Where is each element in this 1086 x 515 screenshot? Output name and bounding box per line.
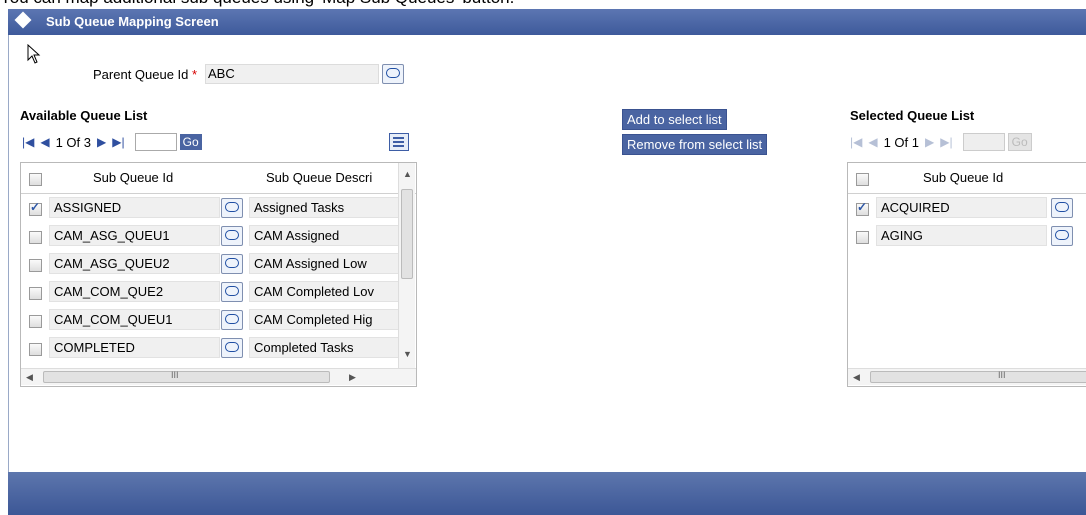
prev-page-icon[interactable]: ◀ <box>40 135 49 149</box>
row-checkbox[interactable] <box>29 315 42 328</box>
row-checkbox[interactable] <box>29 287 42 300</box>
scroll-thumb[interactable] <box>870 371 1086 383</box>
go-button[interactable]: Go <box>1007 133 1032 151</box>
scroll-left-icon[interactable]: ◀ <box>853 372 860 383</box>
cursor-icon <box>27 44 41 64</box>
sub-queue-id[interactable]: CAM_ASG_QUEU1 <box>49 225 220 246</box>
sub-queue-id[interactable]: AGING <box>876 225 1047 246</box>
first-page-icon[interactable]: |◀ <box>850 135 862 149</box>
scroll-down-icon[interactable]: ▼ <box>403 349 412 359</box>
sub-queue-id[interactable]: COMPLETED <box>49 337 220 358</box>
lov-icon[interactable] <box>221 254 243 274</box>
select-all-checkbox[interactable] <box>29 173 42 186</box>
scroll-grip: III <box>171 370 179 380</box>
row-checkbox[interactable] <box>29 343 42 356</box>
lov-icon[interactable] <box>382 64 404 84</box>
sub-queue-desc[interactable]: CAM Assigned Low <box>249 253 400 274</box>
window-title: Sub Queue Mapping Screen <box>46 14 219 29</box>
row-checkbox[interactable] <box>29 200 42 216</box>
selected-pager: |◀ ◀ 1 Of 1 ▶ ▶| Go <box>850 131 1032 153</box>
parent-queue-label: Parent Queue Id * <box>93 67 198 82</box>
sub-queue-desc[interactable]: CAM Completed Hig <box>249 309 400 330</box>
scroll-thumb[interactable] <box>43 371 330 383</box>
grid-header: Sub Queue Id Sub Queue Descri <box>21 163 416 194</box>
table-row[interactable]: CAM_COM_QUE2 CAM Completed Lov <box>21 277 416 305</box>
lov-icon[interactable] <box>1051 226 1073 246</box>
lov-icon[interactable] <box>221 226 243 246</box>
required-mark: * <box>192 67 198 82</box>
table-row[interactable]: ASSIGNED Assigned Tasks <box>21 193 416 221</box>
sub-queue-desc[interactable]: Completed Tasks <box>249 337 400 358</box>
scroll-grip: III <box>998 370 1006 380</box>
parent-queue-field[interactable]: ABC <box>205 64 379 84</box>
table-row[interactable]: CAM_ASG_QUEU2 CAM Assigned Low <box>21 249 416 277</box>
scroll-left-icon[interactable]: ◀ <box>26 372 33 383</box>
lov-icon[interactable] <box>1051 198 1073 218</box>
lov-icon[interactable] <box>221 310 243 330</box>
page-number-input[interactable] <box>134 133 177 151</box>
horizontal-scrollbar[interactable]: ◀ III ▶ <box>21 368 416 385</box>
sub-queue-desc[interactable]: CAM Completed Lov <box>249 281 400 302</box>
column-header: Sub Queue Id <box>93 170 174 185</box>
sub-queue-id[interactable]: CAM_COM_QUEU1 <box>49 309 220 330</box>
page-indicator: 1 Of 3 <box>55 134 92 150</box>
prev-page-icon[interactable]: ◀ <box>868 135 877 149</box>
scroll-thumb[interactable] <box>401 189 413 279</box>
table-row[interactable]: CAM_COM_QUEU1 CAM Completed Hig <box>21 305 416 333</box>
selected-grid: Sub Queue Id ACQUIRED AGING ◀ III <box>847 162 1086 387</box>
table-row[interactable]: AGING <box>848 221 1086 249</box>
remove-from-select-list-button[interactable]: Remove from select list <box>622 134 768 155</box>
row-checkbox[interactable] <box>856 231 869 244</box>
select-all-checkbox[interactable] <box>856 173 869 186</box>
available-list-title: Available Queue List <box>20 108 148 123</box>
page-indicator: 1 Of 1 <box>883 134 920 150</box>
sub-queue-desc[interactable]: CAM Assigned <box>249 225 400 246</box>
column-header: Sub Queue Descri <box>266 170 373 185</box>
grid-header: Sub Queue Id <box>848 163 1086 194</box>
window-titlebar: Sub Queue Mapping Screen <box>8 9 1086 35</box>
sub-queue-desc[interactable]: Assigned Tasks <box>249 197 400 218</box>
footer-bar <box>8 472 1086 515</box>
last-page-icon[interactable]: ▶| <box>112 135 124 149</box>
sub-queue-id[interactable]: ASSIGNED <box>49 197 220 218</box>
add-to-select-list-button[interactable]: Add to select list <box>622 109 727 130</box>
scroll-right-icon[interactable]: ▶ <box>349 372 356 383</box>
sub-queue-id[interactable]: CAM_COM_QUE2 <box>49 281 220 302</box>
table-row[interactable]: CAM_ASG_QUEU1 CAM Assigned <box>21 221 416 249</box>
sub-queue-id[interactable]: ACQUIRED <box>876 197 1047 218</box>
available-grid: Sub Queue Id Sub Queue Descri ASSIGNED A… <box>20 162 417 387</box>
table-row[interactable]: COMPLETED Completed Tasks <box>21 333 416 361</box>
lov-icon[interactable] <box>221 198 243 218</box>
last-page-icon[interactable]: ▶| <box>940 135 952 149</box>
next-page-icon[interactable]: ▶ <box>925 135 934 149</box>
row-checkbox[interactable] <box>856 200 869 216</box>
sub-queue-id[interactable]: CAM_ASG_QUEU2 <box>49 253 220 274</box>
available-pager: |◀ ◀ 1 Of 3 ▶ ▶| Go <box>22 131 202 153</box>
selected-list-title: Selected Queue List <box>850 108 975 123</box>
diamond-icon <box>14 11 32 29</box>
horizontal-scrollbar[interactable]: ◀ III <box>848 368 1086 385</box>
lov-icon[interactable] <box>221 282 243 302</box>
column-header: Sub Queue Id <box>923 170 1004 185</box>
vertical-scrollbar[interactable]: ▲ ▼ <box>398 163 415 368</box>
table-row[interactable]: ACQUIRED <box>848 193 1086 221</box>
row-checkbox[interactable] <box>29 231 42 244</box>
scroll-up-icon[interactable]: ▲ <box>403 169 412 179</box>
page-number-input[interactable] <box>962 133 1005 151</box>
lov-icon[interactable] <box>221 338 243 358</box>
row-checkbox[interactable] <box>29 259 42 272</box>
column-list-icon[interactable] <box>389 133 409 151</box>
go-button[interactable]: Go <box>179 134 202 150</box>
instruction-text: You can map additional sub queues using … <box>0 0 1086 8</box>
first-page-icon[interactable]: |◀ <box>22 135 34 149</box>
next-page-icon[interactable]: ▶ <box>97 135 106 149</box>
